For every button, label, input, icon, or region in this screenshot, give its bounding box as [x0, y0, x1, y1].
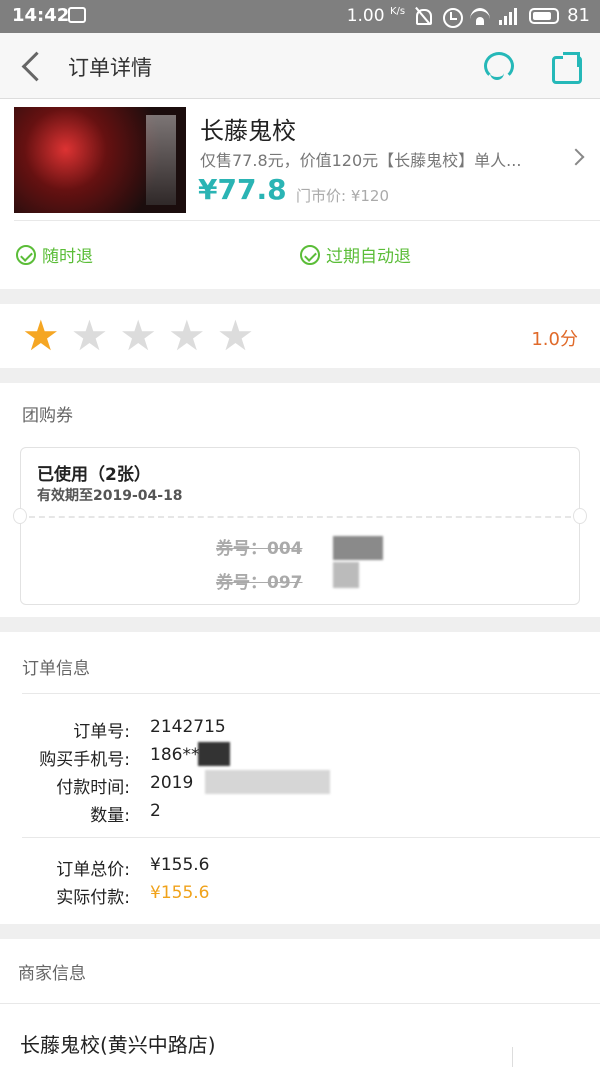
coupon-section: 团购券 已使用（2张） 有效期至2019-04-18 券号：004 券号：097 [0, 383, 600, 617]
star-empty-icon: ★ [70, 311, 109, 360]
battery-icon [529, 7, 560, 24]
auto-refund-tag: 过期自动退 [300, 242, 411, 267]
quantity-label: 数量: [90, 806, 130, 826]
dashed-divider [29, 516, 571, 518]
divider [22, 693, 600, 694]
vertical-divider [512, 1047, 513, 1067]
page-title: 订单详情 [68, 56, 152, 80]
quantity-value: 2 [150, 801, 161, 821]
section-title: 订单信息 [22, 659, 90, 679]
redaction-blur [333, 562, 359, 588]
ticket-notch [13, 508, 27, 524]
status-bar: 14:42 1.00 K/s 81 [0, 0, 600, 33]
total-price-value: ¥155.6 [150, 855, 210, 875]
rating-score: 1.0分 [531, 329, 578, 350]
network-speed: 1.00 K/s [347, 6, 405, 26]
status-time: 14:42 [12, 5, 70, 26]
app-header: 订单详情 [0, 33, 600, 99]
star-rating: ★ ★ ★ ★ ★ [22, 311, 255, 360]
back-icon[interactable] [22, 54, 46, 78]
star-filled-icon: ★ [22, 311, 60, 360]
star-empty-icon: ★ [216, 311, 255, 360]
coupon-code: 券号：097 [216, 573, 303, 593]
section-title: 商家信息 [18, 964, 86, 984]
product-price: ¥77.8 [198, 173, 287, 206]
product-card[interactable]: 长藤鬼校 仅售77.8元，价值120元【长藤鬼校】单人... ¥77.8 门市价… [0, 99, 600, 289]
redaction-blur [198, 742, 230, 766]
coupon-validity: 有效期至2019-04-18 [37, 488, 183, 504]
network-speed-unit: K/s [389, 5, 406, 17]
coupon-code: 券号：004 [216, 539, 303, 559]
redaction-blur [205, 770, 330, 794]
order-number-label: 订单号: [73, 722, 130, 742]
redaction-blur [333, 536, 383, 560]
tag-label: 过期自动退 [326, 247, 411, 267]
battery-level: 81 [567, 5, 590, 26]
wifi-icon [469, 7, 491, 25]
signal-icon [499, 7, 521, 25]
star-empty-icon: ★ [167, 311, 206, 360]
phone-label: 购买手机号: [39, 750, 130, 770]
refund-anytime-tag: 随时退 [16, 242, 93, 267]
ticket-notch [573, 508, 587, 524]
paid-amount-label: 实际付款: [56, 888, 130, 908]
notification-icon [68, 7, 86, 23]
rating-row: ★ ★ ★ ★ ★ 1.0分 [0, 304, 600, 368]
alarm-icon [441, 7, 464, 28]
product-description: 仅售77.8元，价值120元【长藤鬼校】单人... [200, 151, 522, 170]
divider [22, 837, 600, 838]
mute-icon [413, 7, 433, 25]
divider [14, 220, 600, 221]
total-price-label: 订单总价: [56, 860, 130, 880]
divider [0, 1003, 600, 1004]
tag-label: 随时退 [42, 247, 93, 267]
chevron-right-icon [567, 148, 585, 166]
market-price: 门市价: ¥120 [296, 187, 389, 205]
star-empty-icon: ★ [119, 311, 157, 360]
customer-service-icon[interactable] [482, 50, 514, 82]
check-circle-icon [16, 244, 36, 265]
pay-time-label: 付款时间: [56, 778, 130, 798]
product-thumbnail [14, 107, 186, 213]
section-title: 团购券 [22, 406, 73, 426]
share-icon[interactable] [550, 50, 582, 84]
coupon-status: 已使用（2张） [37, 465, 151, 485]
check-circle-icon [300, 244, 320, 265]
product-name: 长藤鬼校 [200, 117, 296, 145]
pay-time-value: 2019 [150, 773, 194, 793]
order-info-section: 订单信息 订单号: 2142715 购买手机号: 186**** 付款时间: 2… [0, 632, 600, 924]
network-speed-value: 1.00 [346, 5, 385, 26]
coupon-card: 已使用（2张） 有效期至2019-04-18 券号：004 券号：097 [13, 447, 587, 605]
order-number-value: 2142715 [150, 717, 226, 737]
merchant-section: 商家信息 长藤鬼校(黄兴中路店) [0, 939, 600, 1067]
merchant-name[interactable]: 长藤鬼校(黄兴中路店) [20, 1029, 216, 1058]
paid-amount-value: ¥155.6 [150, 883, 210, 903]
status-icons: 1.00 K/s 81 [347, 5, 590, 28]
